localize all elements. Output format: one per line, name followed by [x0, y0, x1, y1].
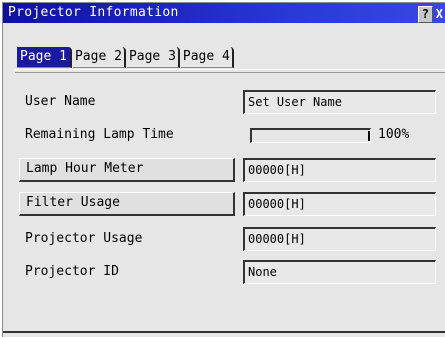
- tab-page-3[interactable]: Page 3: [126, 47, 180, 68]
- row-filter-usage: Filter Usage 00000[H]: [3, 192, 445, 218]
- lamp-hour-meter-button[interactable]: Lamp Hour Meter: [19, 158, 235, 182]
- window-title: Projector Information: [8, 5, 179, 20]
- user-name-field[interactable]: Set User Name: [243, 90, 436, 114]
- lamp-time-progress-bar: [250, 128, 371, 143]
- row-user-name: User Name Set User Name: [3, 90, 445, 116]
- row-remaining-lamp-time: Remaining Lamp Time 100%: [3, 123, 445, 149]
- tab-page-4[interactable]: Page 4: [180, 47, 234, 68]
- close-icon[interactable]: X: [433, 7, 445, 22]
- projector-usage-field: 00000[H]: [243, 227, 436, 251]
- filter-usage-field: 00000[H]: [243, 192, 436, 216]
- lamp-time-progress-fill: [252, 130, 370, 142]
- remaining-lamp-time-label: Remaining Lamp Time: [25, 127, 174, 142]
- title-buttons: ? X: [418, 5, 445, 23]
- tab-strip: Page 1 Page 2 Page 3 Page 4: [17, 47, 235, 69]
- projector-usage-label: Projector Usage: [25, 231, 143, 246]
- help-icon[interactable]: ?: [418, 6, 433, 23]
- filter-usage-button[interactable]: Filter Usage: [19, 192, 235, 216]
- row-projector-id: Projector ID None: [3, 260, 445, 286]
- projector-id-label: Projector ID: [25, 264, 119, 279]
- tab-page-2[interactable]: Page 2: [72, 47, 126, 68]
- row-lamp-hour-meter: Lamp Hour Meter 00000[H]: [3, 158, 445, 184]
- projector-id-field: None: [243, 260, 436, 284]
- title-bar: Projector Information ? X: [3, 3, 445, 23]
- projector-information-window: Projector Information ? X Page 1 Page 2 P…: [2, 2, 445, 337]
- row-projector-usage: Projector Usage 00000[H]: [3, 227, 445, 253]
- user-name-label: User Name: [25, 94, 96, 109]
- tab-divider: [15, 69, 445, 73]
- bottom-divider: [3, 331, 445, 335]
- lamp-hour-meter-field: 00000[H]: [243, 158, 436, 182]
- lamp-time-percent: 100%: [378, 127, 410, 142]
- tab-page-1[interactable]: Page 1: [17, 47, 72, 68]
